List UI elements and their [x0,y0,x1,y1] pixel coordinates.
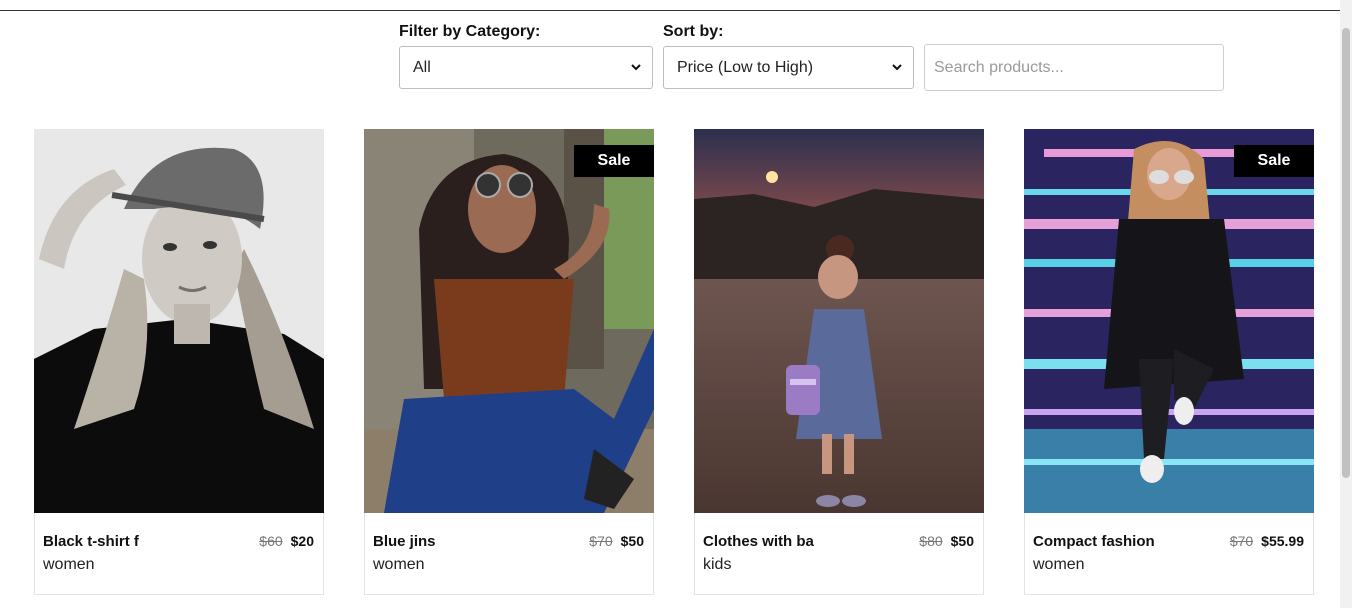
product-info: Compact fashion women $70 $55.99 [1024,513,1314,595]
sort-filter-label: Sort by: [663,23,724,40]
chevron-down-icon [631,64,641,71]
product-card[interactable]: Clothes with ba kids $80 $50 [694,129,984,595]
product-price: $20 [290,533,314,549]
sort-select[interactable]: Price (Low to High) [663,46,914,89]
sort-select-value: Price (Low to High) [677,58,814,76]
product-info: Clothes with ba kids $80 $50 [694,513,984,595]
product-category: women [373,556,425,573]
product-card[interactable]: Black t-shirt f women $60 $20 [34,129,324,595]
filter-bar: Filter by Category: All Sort by: Price (… [399,22,1224,91]
product-old-price: $80 [919,533,943,549]
product-name[interactable]: Clothes with ba [703,533,814,550]
product-prices: $60 $20 [259,533,314,549]
chevron-down-icon [892,64,902,71]
product-name[interactable]: Blue jins [373,533,436,550]
product-price: $55.99 [1261,533,1304,549]
product-image[interactable]: Sale [364,129,654,513]
product-prices: $70 $50 [589,533,644,549]
product-card[interactable]: Sale Blue jins women $70 $50 [364,129,654,595]
product-info: Black t-shirt f women $60 $20 [34,513,324,595]
product-price: $50 [620,533,644,549]
product-name[interactable]: Black t-shirt f [43,533,139,550]
product-image[interactable]: Sale [1024,129,1314,513]
product-image[interactable] [694,129,984,513]
product-category: women [1033,556,1085,573]
product-category: kids [703,556,732,573]
sort-filter-group: Sort by: Price (Low to High) [663,22,914,89]
top-divider [0,10,1340,11]
category-filter-label: Filter by Category: [399,23,541,40]
product-category: women [43,556,95,573]
product-prices: $80 $50 [919,533,974,549]
scrollbar-thumb[interactable] [1342,28,1350,478]
page-scrollbar[interactable] [1340,0,1352,608]
product-old-price: $60 [259,533,283,549]
category-select-value: All [413,58,431,76]
product-prices: $70 $55.99 [1230,533,1304,549]
category-filter-group: Filter by Category: All [399,22,653,89]
sale-badge: Sale [574,145,654,177]
sale-badge: Sale [1234,145,1314,177]
product-name[interactable]: Compact fashion [1033,533,1155,550]
product-card[interactable]: Sale Compact fashion women $70 $55.99 [1024,129,1314,595]
search-input[interactable] [924,44,1224,91]
product-price: $50 [950,533,974,549]
category-select[interactable]: All [399,46,653,89]
product-old-price: $70 [589,533,613,549]
product-image[interactable] [34,129,324,513]
product-info: Blue jins women $70 $50 [364,513,654,595]
product-old-price: $70 [1229,533,1254,549]
